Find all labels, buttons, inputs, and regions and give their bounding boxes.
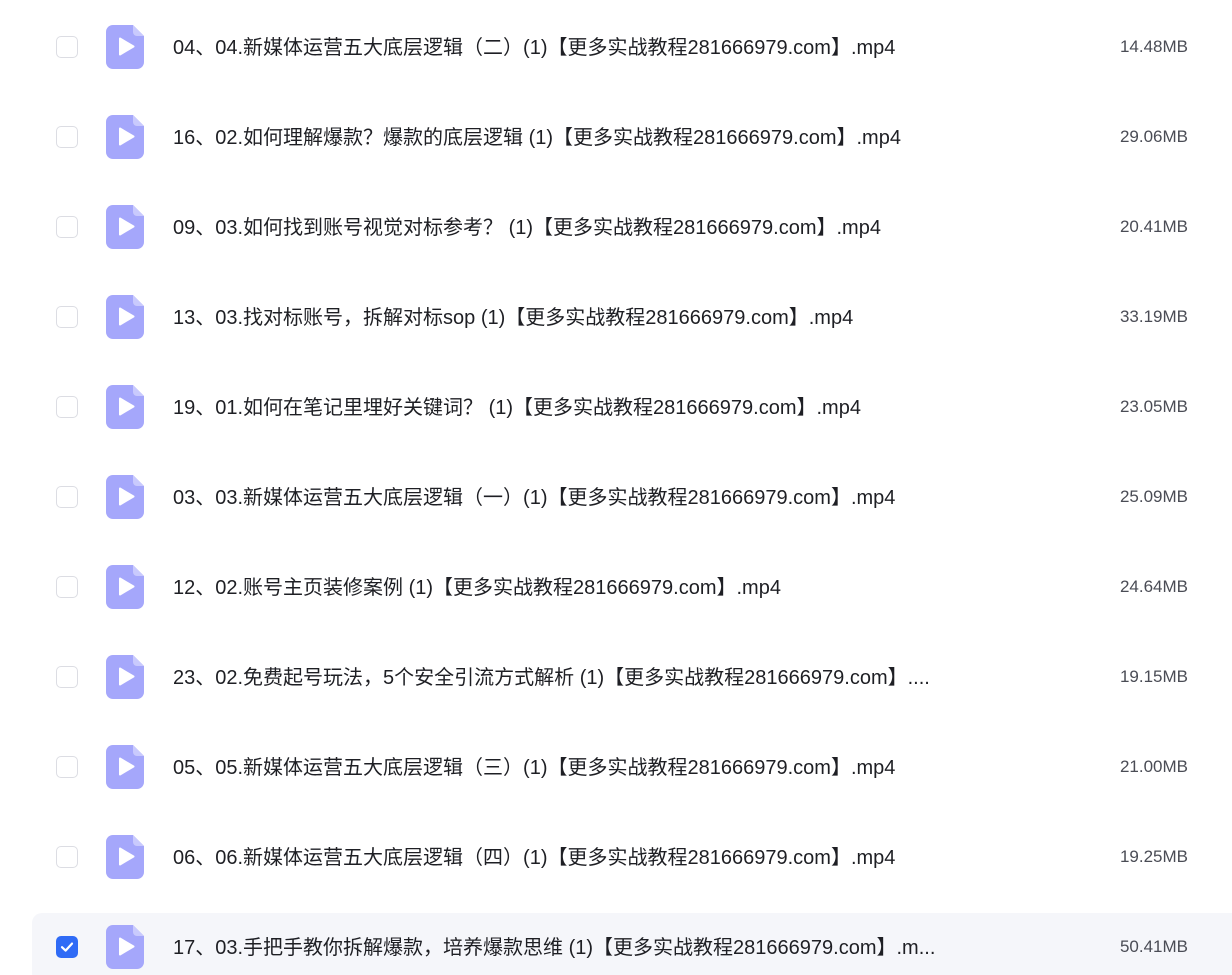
file-row[interactable]: 23、02.免费起号玩法，5个安全引流方式解析 (1)【更多实战教程281666…	[32, 643, 1232, 713]
file-name[interactable]: 06、06.新媒体运营五大底层逻辑（四）(1)【更多实战教程281666979.…	[173, 823, 1013, 893]
file-row[interactable]: 03、03.新媒体运营五大底层逻辑（一）(1)【更多实战教程281666979.…	[32, 463, 1232, 533]
file-name[interactable]: 17、03.手把手教你拆解爆款，培养爆款思维 (1)【更多实战教程2816669…	[173, 913, 1013, 975]
file-checkbox[interactable]	[56, 216, 78, 238]
checkmark-icon	[60, 942, 74, 952]
file-row[interactable]: 05、05.新媒体运营五大底层逻辑（三）(1)【更多实战教程281666979.…	[32, 733, 1232, 803]
video-file-icon	[106, 745, 144, 789]
file-checkbox[interactable]	[56, 396, 78, 418]
video-file-icon	[106, 25, 144, 69]
file-row[interactable]: 09、03.如何找到账号视觉对标参考？ (1)【更多实战教程281666979.…	[32, 193, 1232, 263]
file-row[interactable]: 16、02.如何理解爆款？爆款的底层逻辑 (1)【更多实战教程281666979…	[32, 103, 1232, 173]
file-size: 14.48MB	[1119, 37, 1188, 56]
file-row[interactable]: 06、06.新媒体运营五大底层逻辑（四）(1)【更多实战教程281666979.…	[32, 823, 1232, 893]
file-size: 33.19MB	[1119, 307, 1188, 326]
file-name[interactable]: 19、01.如何在笔记里埋好关键词？ (1)【更多实战教程281666979.c…	[173, 373, 1013, 443]
file-size: 29.06MB	[1119, 127, 1188, 146]
file-row[interactable]: 17、03.手把手教你拆解爆款，培养爆款思维 (1)【更多实战教程2816669…	[32, 913, 1232, 975]
file-row[interactable]: 13、03.找对标账号，拆解对标sop (1)【更多实战教程281666979.…	[32, 283, 1232, 353]
file-name[interactable]: 04、04.新媒体运营五大底层逻辑（二）(1)【更多实战教程281666979.…	[173, 13, 1013, 83]
file-size: 19.15MB	[1119, 667, 1188, 686]
video-file-icon	[106, 385, 144, 429]
file-name[interactable]: 13、03.找对标账号，拆解对标sop (1)【更多实战教程281666979.…	[173, 283, 1013, 353]
file-size: 20.41MB	[1119, 217, 1188, 236]
file-name[interactable]: 03、03.新媒体运营五大底层逻辑（一）(1)【更多实战教程281666979.…	[173, 463, 1013, 533]
file-size: 50.41MB	[1119, 937, 1188, 956]
file-size: 25.09MB	[1119, 487, 1188, 506]
video-file-icon	[106, 205, 144, 249]
file-name[interactable]: 23、02.免费起号玩法，5个安全引流方式解析 (1)【更多实战教程281666…	[173, 643, 1013, 713]
file-row[interactable]: 19、01.如何在笔记里埋好关键词？ (1)【更多实战教程281666979.c…	[32, 373, 1232, 443]
file-checkbox[interactable]	[56, 756, 78, 778]
file-checkbox[interactable]	[56, 936, 78, 958]
file-size: 19.25MB	[1119, 847, 1188, 866]
file-checkbox[interactable]	[56, 486, 78, 508]
file-name[interactable]: 16、02.如何理解爆款？爆款的底层逻辑 (1)【更多实战教程281666979…	[173, 103, 1013, 173]
file-name[interactable]: 09、03.如何找到账号视觉对标参考？ (1)【更多实战教程281666979.…	[173, 193, 1013, 263]
file-checkbox[interactable]	[56, 846, 78, 868]
video-file-icon	[106, 655, 144, 699]
video-file-icon	[106, 475, 144, 519]
video-file-icon	[106, 565, 144, 609]
file-name[interactable]: 12、02.账号主页装修案例 (1)【更多实战教程281666979.com】.…	[173, 553, 1013, 623]
video-file-icon	[106, 295, 144, 339]
file-size: 24.64MB	[1119, 577, 1188, 596]
file-checkbox[interactable]	[56, 36, 78, 58]
file-checkbox[interactable]	[56, 666, 78, 688]
file-checkbox[interactable]	[56, 126, 78, 148]
file-name[interactable]: 05、05.新媒体运营五大底层逻辑（三）(1)【更多实战教程281666979.…	[173, 733, 1013, 803]
file-checkbox[interactable]	[56, 306, 78, 328]
video-file-icon	[106, 835, 144, 879]
file-row[interactable]: 12、02.账号主页装修案例 (1)【更多实战教程281666979.com】.…	[32, 553, 1232, 623]
file-row[interactable]: 04、04.新媒体运营五大底层逻辑（二）(1)【更多实战教程281666979.…	[32, 13, 1232, 83]
file-checkbox[interactable]	[56, 576, 78, 598]
file-size: 23.05MB	[1119, 397, 1188, 416]
video-file-icon	[106, 115, 144, 159]
file-list: 04、04.新媒体运营五大底层逻辑（二）(1)【更多实战教程281666979.…	[0, 0, 1232, 975]
video-file-icon	[106, 925, 144, 969]
file-size: 21.00MB	[1119, 757, 1188, 776]
